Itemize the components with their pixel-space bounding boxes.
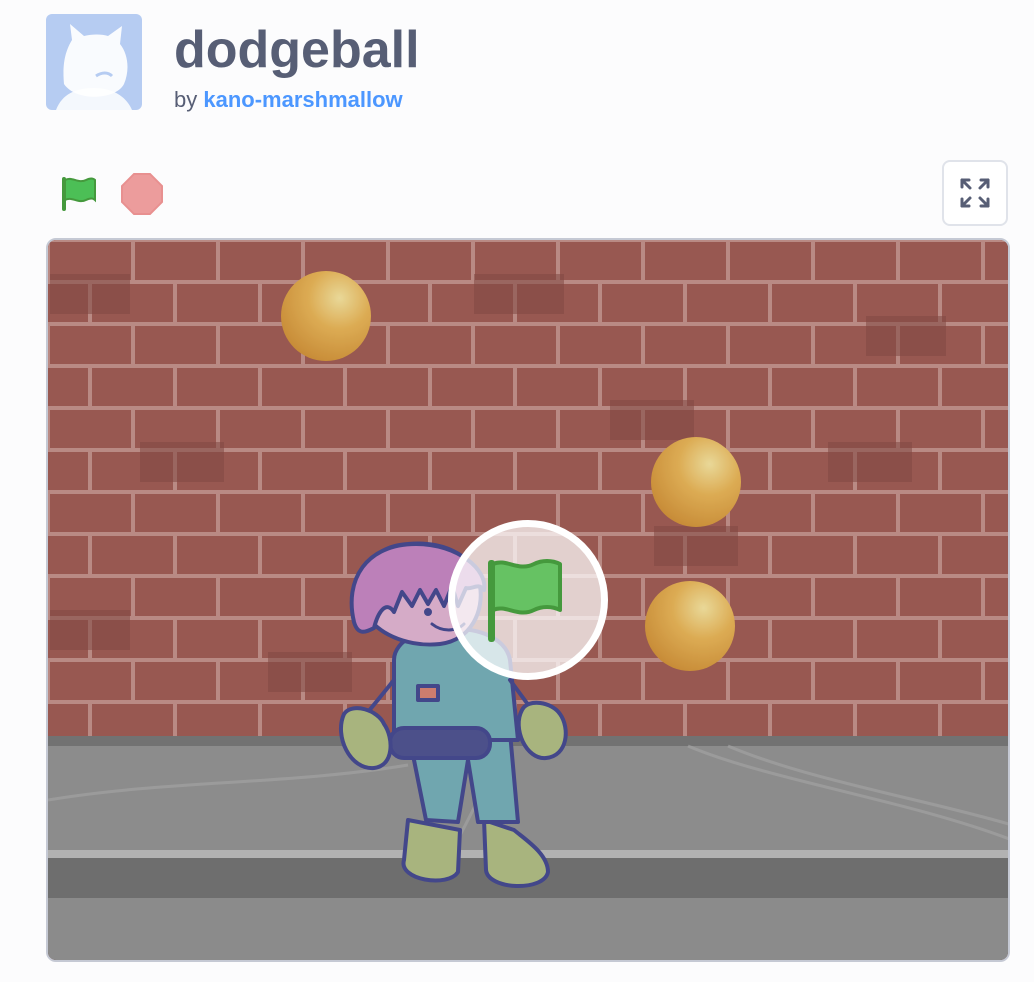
by-label: by — [174, 87, 198, 112]
green-flag-icon — [488, 559, 562, 642]
fullscreen-button[interactable] — [942, 160, 1008, 226]
dodgeball-2 — [651, 437, 741, 527]
green-flag-button[interactable] — [54, 170, 102, 218]
project-stage[interactable] — [46, 238, 1010, 962]
project-thumbnail — [46, 14, 142, 110]
green-flag-icon — [62, 177, 96, 211]
scratch-cat-thumbnail-icon — [46, 14, 142, 110]
dodgeball-3 — [645, 581, 735, 671]
road — [48, 898, 1008, 960]
project-title: dodgeball — [174, 21, 420, 79]
start-overlay-button[interactable] — [448, 520, 608, 680]
fullscreen-icon — [960, 178, 990, 208]
author-link[interactable]: kano-marshmallow — [203, 87, 402, 112]
stop-icon — [121, 173, 163, 215]
project-byline: by kano-marshmallow — [174, 86, 403, 114]
stop-button[interactable] — [118, 170, 166, 218]
dodgeball-1 — [281, 271, 371, 361]
